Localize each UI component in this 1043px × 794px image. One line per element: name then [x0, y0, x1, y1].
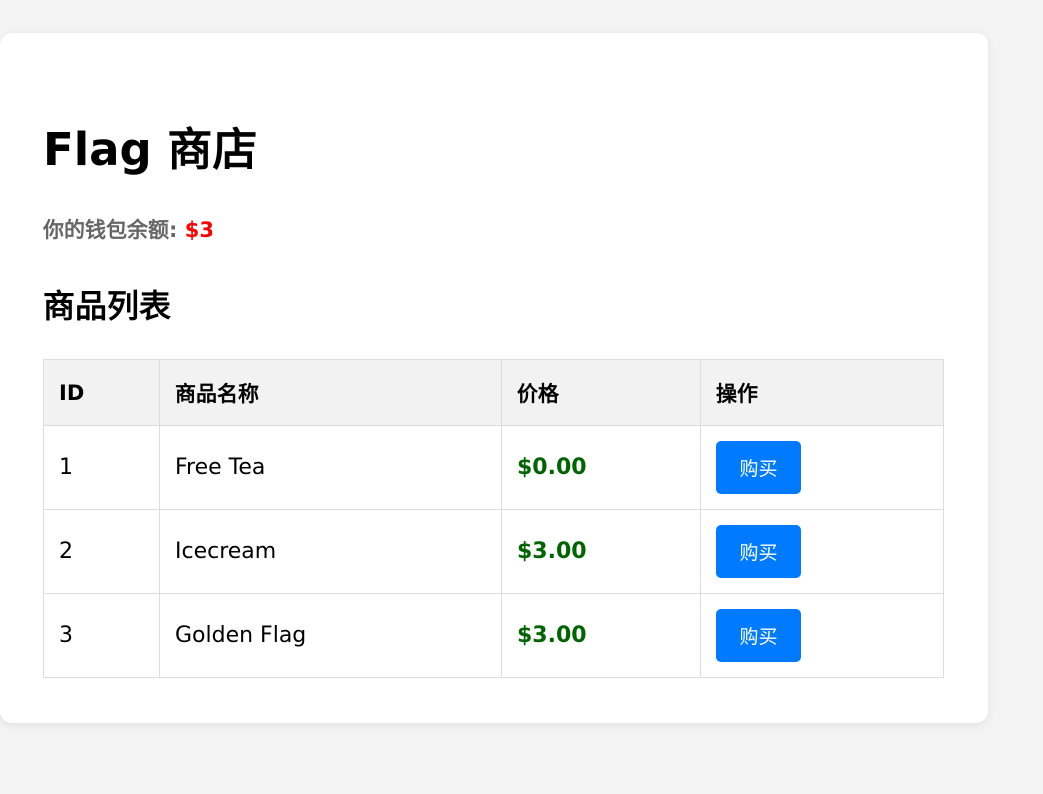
action-cell: 购买	[700, 593, 944, 678]
product-list-title: 商品列表	[43, 287, 172, 325]
action-cell: 购买	[700, 509, 944, 594]
header-product-name: 商品名称	[159, 359, 502, 426]
product-name: Golden Flag	[159, 593, 502, 678]
table-row: 2 Icecream $3.00 购买	[43, 509, 944, 594]
table-row: 3 Golden Flag $3.00 购买	[43, 593, 944, 678]
table-row: 1 Free Tea $0.00 购买	[43, 425, 944, 510]
header-price: 价格	[501, 359, 701, 426]
page-title: Flag 商店	[43, 123, 258, 176]
buy-button-icecream[interactable]: 购买	[716, 525, 801, 578]
table-header-row: ID 商品名称 价格 操作	[43, 359, 944, 426]
product-name: Free Tea	[159, 425, 502, 510]
product-id: 3	[43, 593, 160, 678]
product-table: ID 商品名称 价格 操作 1 Free Tea $0.00 购买 2 Icec…	[43, 359, 944, 678]
product-id: 1	[43, 425, 160, 510]
buy-button-free-tea[interactable]: 购买	[716, 441, 801, 494]
header-action: 操作	[700, 359, 944, 426]
product-id: 2	[43, 509, 160, 594]
buy-button-golden-flag[interactable]: 购买	[716, 609, 801, 662]
shop-card: Flag 商店 你的钱包余额: $3 商品列表 ID 商品名称 价格 操作 1 …	[0, 33, 988, 723]
product-price: $3.00	[501, 593, 701, 678]
product-name: Icecream	[159, 509, 502, 594]
product-price: $3.00	[501, 509, 701, 594]
header-id: ID	[43, 359, 160, 426]
wallet-balance-line: 你的钱包余额: $3	[43, 215, 214, 245]
wallet-balance: $3	[184, 218, 214, 242]
action-cell: 购买	[700, 425, 944, 510]
product-price: $0.00	[501, 425, 701, 510]
wallet-label: 你的钱包余额:	[43, 218, 185, 242]
